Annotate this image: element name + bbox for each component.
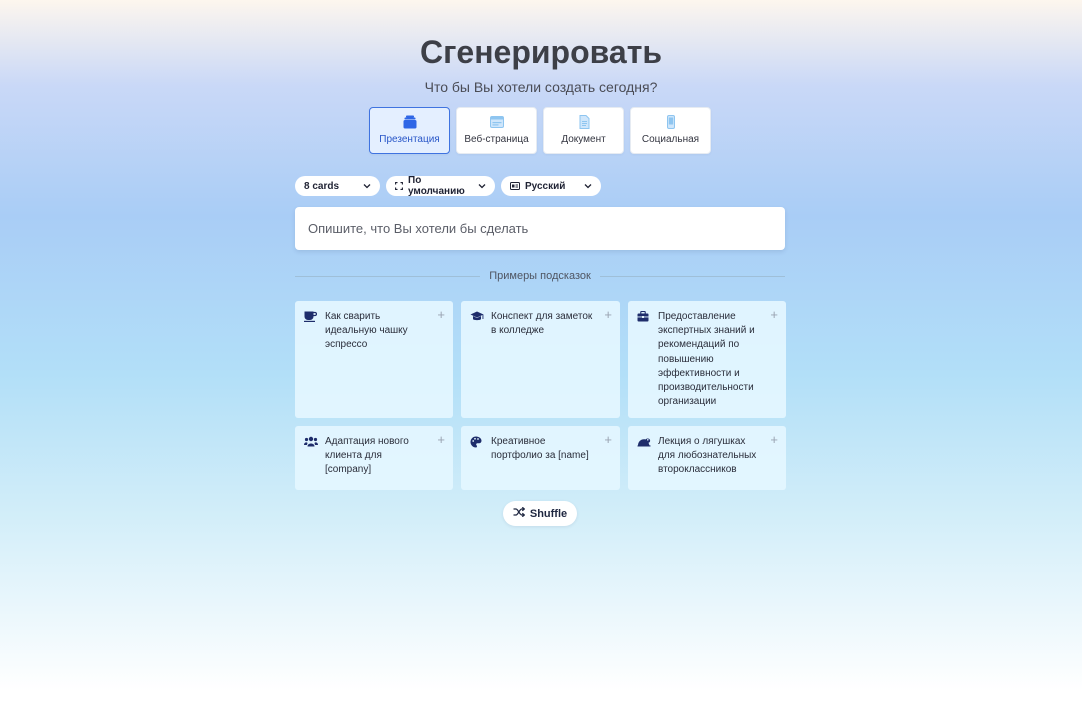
content-type-selector: Презентация Веб-страница Документ Социал… — [369, 107, 711, 154]
type-document-label: Документ — [561, 134, 606, 145]
example-card-espresso[interactable]: Как сварить идеальную чашку эспрессо + — [295, 301, 453, 418]
plus-icon[interactable]: + — [770, 433, 778, 446]
cards-count-select[interactable]: 8 cards — [295, 176, 380, 196]
type-document-button[interactable]: Документ — [543, 107, 624, 154]
plus-icon[interactable]: + — [604, 433, 612, 446]
divider-line — [599, 275, 786, 277]
prompt-container — [295, 207, 785, 250]
example-card-expertise[interactable]: Предоставление экспертных знаний и реком… — [628, 301, 786, 418]
presentation-icon — [403, 115, 417, 129]
example-text: Как сварить идеальную чашку эспрессо — [325, 311, 408, 351]
divider-line — [295, 275, 481, 277]
example-card-college-notes[interactable]: Конспект для заметок в колледже + — [461, 301, 620, 418]
plus-icon[interactable]: + — [770, 308, 778, 321]
example-card-frogs[interactable]: Лекция о лягушках для любознательных вто… — [628, 426, 786, 490]
shuffle-button[interactable]: Shuffle — [503, 501, 577, 526]
type-social-label: Социальная — [641, 134, 700, 145]
type-presentation-button[interactable]: Презентация — [369, 107, 450, 154]
format-value: По умолчанию — [408, 175, 465, 197]
webpage-icon — [489, 115, 504, 129]
page-title: Сгенерировать — [419, 34, 663, 70]
format-select[interactable]: По умолчанию — [386, 175, 495, 197]
shuffle-icon — [513, 506, 526, 520]
example-text: Лекция о лягушках для любознательных вто… — [658, 436, 757, 476]
type-webpage-label: Веб-страница — [464, 134, 529, 145]
type-social-button[interactable]: Социальная — [630, 107, 711, 154]
page-subtitle: Что бы Вы хотели создать сегодня? — [424, 79, 658, 95]
example-card-portfolio[interactable]: Креативное портфолио за [name] + — [461, 426, 620, 490]
example-prompts-grid: Как сварить идеальную чашку эспрессо + К… — [295, 301, 786, 490]
graduation-cap-icon — [470, 311, 484, 327]
type-presentation-label: Презентация — [379, 134, 440, 145]
examples-heading: Примеры подсказок — [489, 270, 591, 282]
shuffle-label: Shuffle — [529, 507, 568, 520]
chevron-down-icon — [472, 183, 486, 189]
briefcase-icon — [637, 310, 649, 327]
palette-icon — [470, 436, 482, 453]
chevron-down-icon — [578, 183, 592, 189]
aspect-ratio-icon — [395, 182, 403, 190]
document-icon — [577, 115, 591, 129]
examples-divider: Примеры подсказок — [295, 268, 786, 284]
frog-icon — [637, 436, 651, 452]
plus-icon[interactable]: + — [437, 433, 445, 446]
plus-icon[interactable]: + — [604, 308, 612, 321]
chevron-down-icon — [357, 183, 371, 189]
example-text: Предоставление экспертных знаний и реком… — [658, 311, 755, 408]
type-webpage-button[interactable]: Веб-страница — [456, 107, 537, 154]
example-text: Креативное портфолио за [name] — [491, 436, 589, 462]
example-text: Конспект для заметок в колледже — [491, 311, 593, 337]
users-icon — [304, 436, 318, 452]
language-select[interactable]: Русский — [501, 176, 601, 196]
example-card-onboarding[interactable]: Адаптация нового клиента для [company] + — [295, 426, 453, 490]
social-icon — [664, 115, 678, 129]
prompt-input[interactable] — [308, 221, 772, 236]
coffee-icon — [304, 311, 318, 327]
cards-count-value: 8 cards — [304, 180, 340, 192]
language-value: Русский — [525, 180, 566, 192]
plus-icon[interactable]: + — [437, 308, 445, 321]
example-text: Адаптация нового клиента для [company] — [325, 436, 409, 476]
language-icon — [510, 182, 520, 190]
generation-options: 8 cards По умолчанию Русский — [295, 175, 601, 197]
